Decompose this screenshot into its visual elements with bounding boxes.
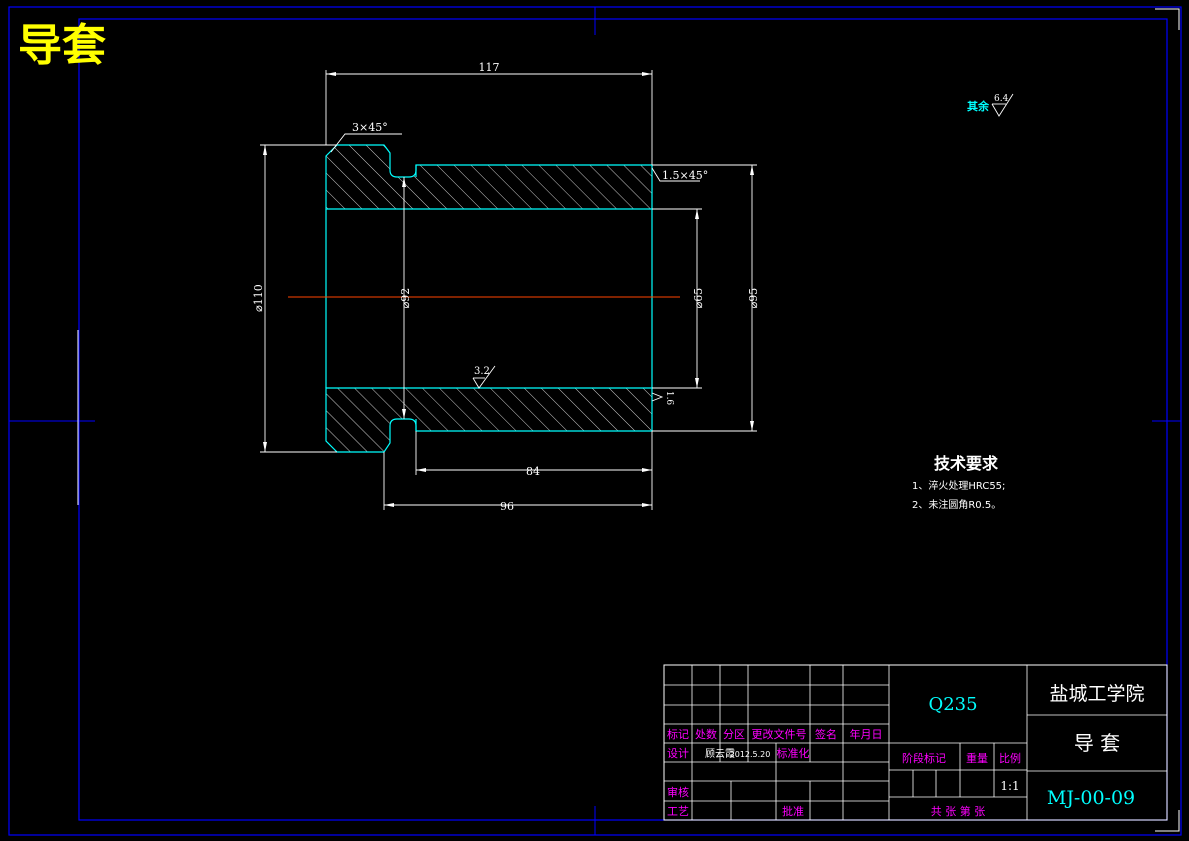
approve-label: 批准 [782, 804, 804, 818]
roughness-bore: 3.2 [474, 366, 490, 377]
stage-label: 阶段标记 [902, 751, 946, 765]
header-date: 年月日 [850, 727, 883, 741]
section-top [325, 144, 653, 210]
process-label: 工艺 [667, 805, 689, 818]
header-change-doc: 更改文件号 [752, 727, 807, 741]
header-mark: 标记 [667, 727, 689, 741]
roughness-symbol-face [651, 392, 664, 402]
part-name: 导 套 [1074, 731, 1120, 755]
dim-inner-dia: ⌀65 [692, 288, 705, 309]
header-signature: 签名 [815, 727, 837, 741]
material: Q235 [928, 694, 977, 715]
dim-len-84: 84 [526, 465, 540, 478]
header-count: 处数 [695, 728, 717, 741]
school-name: 盐城工学院 [1049, 683, 1144, 705]
drawing-number: MJ-00-09 [1047, 787, 1135, 809]
title-block: 标记 处数 分区 更改文件号 签名 年月日 设计 标准化 审核 工艺 批准 阶段… [663, 664, 1168, 821]
tech-req-title: 技术要求 [934, 454, 999, 473]
page-title: 导套 [18, 20, 106, 71]
roughness-rest-value: 6.4 [994, 94, 1009, 104]
roughness-rest-label: 其余 [967, 99, 990, 113]
dim-len-96: 96 [500, 500, 514, 513]
drawing-sheet: 导套 117 3×45° 1.5×45° 84 96 ⌀110 ⌀92 ⌀65 … [8, 6, 1182, 836]
dim-outer-dia: ⌀110 [252, 284, 265, 312]
dim-chamfer-left: 3×45° [352, 121, 388, 134]
sheets-label: 共 张 第 张 [931, 804, 986, 818]
ratio-label: 比例 [999, 751, 1021, 765]
weight-label: 重量 [966, 751, 988, 765]
dim-overall-length: 117 [479, 61, 500, 74]
section-bottom [325, 387, 653, 453]
dim-shaft-dia: ⌀95 [747, 288, 760, 309]
tech-req-item-1: 1、淬火处理HRC55; [912, 479, 1005, 492]
dim-groove-dia: ⌀92 [399, 288, 412, 309]
header-zone: 分区 [723, 728, 745, 741]
tech-req-item-2: 2、未注圆角R0.5。 [912, 498, 1001, 511]
scale-value: 1:1 [1000, 779, 1019, 793]
design-date: 2012.5.20 [730, 750, 771, 759]
check-label: 审核 [667, 785, 689, 799]
dim-chamfer-right: 1.5×45° [662, 169, 708, 182]
std-label: 标准化 [777, 746, 810, 760]
design-label: 设计 [667, 747, 689, 760]
roughness-face: 1.6 [664, 391, 674, 406]
